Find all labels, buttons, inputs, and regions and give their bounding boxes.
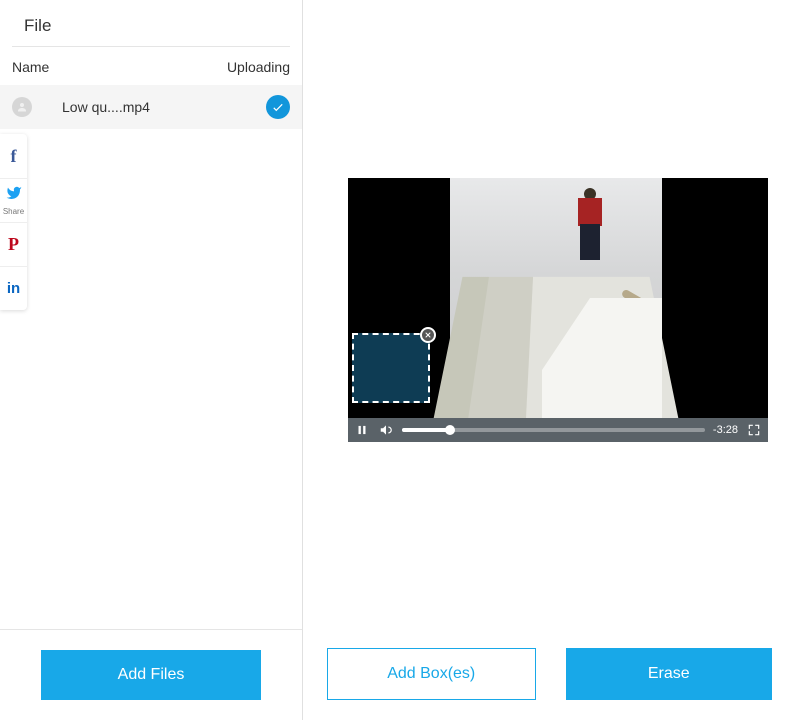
file-name: Low qu....mp4 (62, 99, 266, 115)
social-share-sidebar: f Share P in (0, 134, 27, 310)
share-pinterest-button[interactable]: P (0, 222, 27, 266)
pinterest-icon: P (8, 234, 19, 255)
app-root: f Share P in File Name Uploading Low qu (0, 0, 800, 720)
share-label: Share (3, 207, 24, 216)
erase-button[interactable]: Erase (566, 648, 773, 700)
share-facebook-button[interactable]: f (0, 134, 27, 178)
add-files-button[interactable]: Add Files (41, 650, 261, 700)
video-stage: -3:28 (303, 0, 800, 628)
sidebar-title: File (12, 0, 290, 47)
file-row[interactable]: Low qu....mp4 (0, 85, 302, 129)
video-controls: -3:28 (348, 418, 768, 442)
file-list: Low qu....mp4 (0, 85, 302, 630)
video-frame (348, 178, 768, 418)
selection-close-button[interactable] (420, 327, 436, 343)
col-uploading: Uploading (227, 59, 290, 75)
file-list-header: Name Uploading (0, 47, 302, 85)
main-actions: Add Box(es) Erase (303, 628, 800, 720)
pause-button[interactable] (354, 422, 370, 438)
sidebar-panel: File Name Uploading Low qu....mp4 Add Fi… (0, 0, 303, 720)
video-content (450, 178, 662, 418)
col-name: Name (12, 59, 49, 75)
upload-complete-icon (266, 95, 290, 119)
facebook-icon: f (11, 146, 17, 167)
share-linkedin-button[interactable]: in (0, 266, 27, 310)
progress-thumb[interactable] (445, 425, 455, 435)
fullscreen-button[interactable] (746, 422, 762, 438)
time-remaining: -3:28 (713, 424, 738, 436)
volume-button[interactable] (378, 422, 394, 438)
progress-fill (402, 428, 450, 432)
twitter-icon (6, 185, 22, 206)
file-avatar-icon (12, 97, 32, 117)
watermark-selection-box[interactable] (352, 333, 430, 403)
linkedin-icon: in (7, 280, 20, 297)
progress-bar[interactable] (402, 428, 705, 432)
sidebar-actions: Add Files (0, 630, 302, 720)
main-panel: -3:28 Add Box(es) Erase (303, 0, 800, 720)
share-twitter-button[interactable]: Share (0, 178, 27, 222)
video-player[interactable]: -3:28 (348, 178, 768, 442)
add-boxes-button[interactable]: Add Box(es) (327, 648, 536, 700)
